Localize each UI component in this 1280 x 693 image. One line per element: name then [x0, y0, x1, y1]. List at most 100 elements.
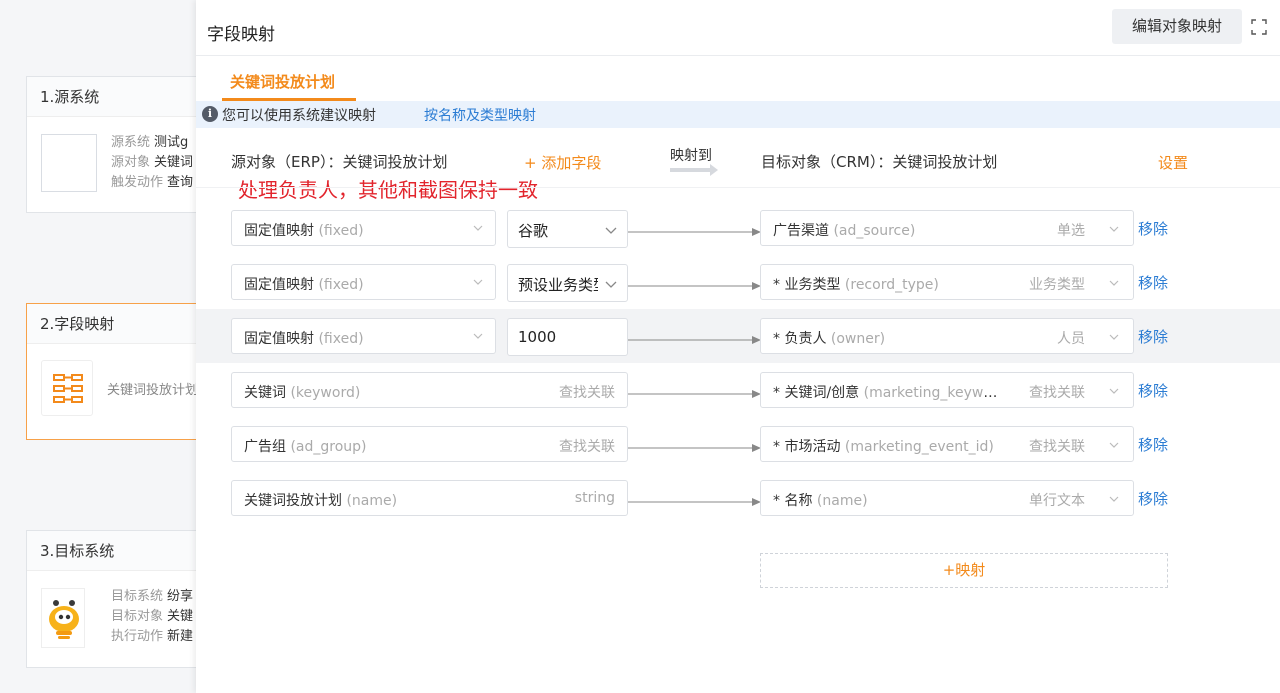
- header-divider: [196, 55, 1280, 56]
- chevron-down-icon: [473, 225, 483, 231]
- mapping-connector-arrow: [628, 498, 761, 506]
- mapping-row: 关键词 (keyword) 查找关联 * 关键词/创意 (marketing_k…: [196, 363, 1280, 417]
- source-field-select[interactable]: 关键词投放计划 (name) string: [231, 480, 628, 516]
- target-field-select[interactable]: * 关键词/创意 (marketing_keyword_id) 查找关联: [760, 372, 1134, 408]
- fixed-value: 1000: [518, 328, 557, 346]
- fixed-value: 谷歌: [518, 222, 549, 240]
- source-system-card[interactable]: 1.源系统 源系统 测试g 源对象 关键词 触发动作 查询: [26, 76, 216, 213]
- map-by-name-type-link[interactable]: 按名称及类型映射: [424, 105, 536, 125]
- add-mapping-button[interactable]: +映射: [760, 553, 1168, 588]
- mapping-connector-arrow: [628, 390, 761, 398]
- mapping-connector-arrow: [628, 336, 761, 344]
- target-system-logo: [41, 588, 85, 648]
- fixed-value: 预设业务类型: [518, 276, 598, 294]
- source-field-select[interactable]: 固定值映射 (fixed): [231, 318, 496, 354]
- source-field-type: string: [574, 490, 615, 506]
- target-system-header: 3.目标系统: [27, 531, 215, 571]
- fixed-value-select[interactable]: 预设业务类型: [507, 264, 628, 302]
- target-field-api: (name): [816, 493, 868, 509]
- tip-text: 您可以使用系统建议映射: [222, 108, 376, 124]
- target-field-api: (ad_source): [833, 223, 916, 239]
- section-divider: [196, 187, 1280, 188]
- source-system-header: 1.源系统: [27, 77, 215, 117]
- chevron-down-icon: [605, 281, 617, 288]
- source-field-api: (fixed): [318, 223, 364, 239]
- target-field-label: * 名称: [773, 493, 813, 509]
- chevron-down-icon: [605, 227, 617, 234]
- mapping-row-owner: 固定值映射 (fixed) 1000 * 负责人 (owner) 人员 移除: [196, 309, 1280, 363]
- source-field-api: (fixed): [318, 277, 364, 293]
- source-field-select[interactable]: 关键词 (keyword) 查找关联: [231, 372, 628, 408]
- target-field-select[interactable]: 广告渠道 (ad_source) 单选: [760, 210, 1134, 246]
- drawer-title: 字段映射: [207, 25, 275, 45]
- source-field-select[interactable]: 固定值映射 (fixed): [231, 210, 496, 246]
- map-to-label: 映射到: [670, 148, 712, 164]
- target-field-select[interactable]: * 业务类型 (record_type) 业务类型: [760, 264, 1134, 300]
- target-field-api: (marketing_event_id): [844, 439, 994, 455]
- remove-mapping-button[interactable]: 移除: [1138, 326, 1168, 347]
- fixed-value-input[interactable]: 1000: [507, 318, 628, 356]
- info-icon: i: [202, 106, 218, 122]
- remove-mapping-button[interactable]: 移除: [1138, 218, 1168, 239]
- target-field-type: 查找关联: [1029, 439, 1085, 455]
- source-field-api: (keyword): [290, 385, 361, 401]
- target-field-select[interactable]: * 负责人 (owner) 人员: [760, 318, 1134, 354]
- edit-object-mapping-button[interactable]: 编辑对象映射: [1112, 9, 1242, 44]
- target-field-api: (marketing_keyword_id): [863, 385, 1003, 401]
- field-mapping-icon: [41, 360, 93, 416]
- target-field-type: 业务类型: [1029, 277, 1085, 293]
- target-field-api: (record_type): [844, 277, 939, 293]
- chevron-down-icon: [1109, 496, 1119, 502]
- source-field-label: 固定值映射: [244, 277, 314, 293]
- fixed-value-select[interactable]: 谷歌: [507, 210, 628, 248]
- mapping-connector-arrow: [628, 228, 761, 236]
- target-field-type: 单行文本: [1029, 493, 1085, 509]
- source-field-api: (name): [346, 493, 398, 509]
- target-field-select[interactable]: * 名称 (name) 单行文本: [760, 480, 1134, 516]
- field-mapping-header: 2.字段映射: [27, 304, 215, 344]
- field-mapping-card[interactable]: 2.字段映射 关键词投放计划: [26, 303, 216, 440]
- source-field-label: 固定值映射: [244, 331, 314, 347]
- source-field-select[interactable]: 固定值映射 (fixed): [231, 264, 496, 300]
- fullscreen-icon[interactable]: [1250, 18, 1268, 36]
- field-mapping-drawer: 字段映射 编辑对象映射 关键词投放计划 i 您可以使用系统建议映射 按名称及类型…: [196, 0, 1280, 693]
- source-field-label: 关键词: [244, 385, 286, 401]
- add-field-button[interactable]: + 添加字段: [524, 152, 601, 173]
- map-to-arrow-icon: [670, 164, 718, 176]
- target-field-label: 广告渠道: [773, 223, 829, 239]
- target-field-type: 查找关联: [1029, 385, 1085, 401]
- remove-mapping-button[interactable]: 移除: [1138, 434, 1168, 455]
- settings-button[interactable]: 设置: [1158, 152, 1188, 173]
- source-system-logo: [41, 134, 97, 192]
- remove-mapping-button[interactable]: 移除: [1138, 272, 1168, 293]
- remove-mapping-button[interactable]: 移除: [1138, 488, 1168, 509]
- target-system-meta: 目标系统 纷享 目标对象 关键 执行动作 新建: [111, 589, 194, 644]
- source-object-title: 源对象（ERP）：关键词投放计划: [231, 153, 448, 171]
- chevron-down-icon: [1109, 226, 1119, 232]
- mapping-row: 固定值映射 (fixed) 谷歌 广告渠道 (ad_source) 单选 移除: [196, 201, 1280, 255]
- field-mapping-plan: 关键词投放计划: [107, 383, 199, 398]
- source-field-label: 关键词投放计划: [244, 493, 342, 509]
- mapping-row: 关键词投放计划 (name) string * 名称 (name) 单行文本 移…: [196, 471, 1280, 525]
- target-field-label: * 关键词/创意: [773, 385, 860, 401]
- target-system-card[interactable]: 3.目标系统 目标系统 纷享 目标对象 关键 执行动作 新建: [26, 530, 216, 668]
- remove-mapping-button[interactable]: 移除: [1138, 380, 1168, 401]
- target-field-api: (owner): [830, 331, 886, 347]
- chevron-down-icon: [473, 279, 483, 285]
- source-field-api: (fixed): [318, 331, 364, 347]
- target-field-type: 单选: [1057, 223, 1085, 239]
- target-field-label: * 市场活动: [773, 439, 841, 455]
- source-system-meta: 源系统 测试g 源对象 关键词 触发动作 查询: [111, 135, 194, 190]
- chevron-down-icon: [1109, 334, 1119, 340]
- mapping-row: 固定值映射 (fixed) 预设业务类型 * 业务类型 (record_type…: [196, 255, 1280, 309]
- source-field-api: (ad_group): [290, 439, 367, 455]
- mapping-connector-arrow: [628, 444, 761, 452]
- suggestion-tip-bar: i 您可以使用系统建议映射 按名称及类型映射: [196, 101, 1280, 128]
- target-field-select[interactable]: * 市场活动 (marketing_event_id) 查找关联: [760, 426, 1134, 462]
- target-field-label: * 业务类型: [773, 277, 841, 293]
- source-field-label: 固定值映射: [244, 223, 314, 239]
- source-field-select[interactable]: 广告组 (ad_group) 查找关联: [231, 426, 628, 462]
- tab-keyword-plan[interactable]: 关键词投放计划: [230, 71, 335, 92]
- chevron-down-icon: [1109, 280, 1119, 286]
- target-object-title: 目标对象（CRM）：关键词投放计划: [761, 153, 998, 171]
